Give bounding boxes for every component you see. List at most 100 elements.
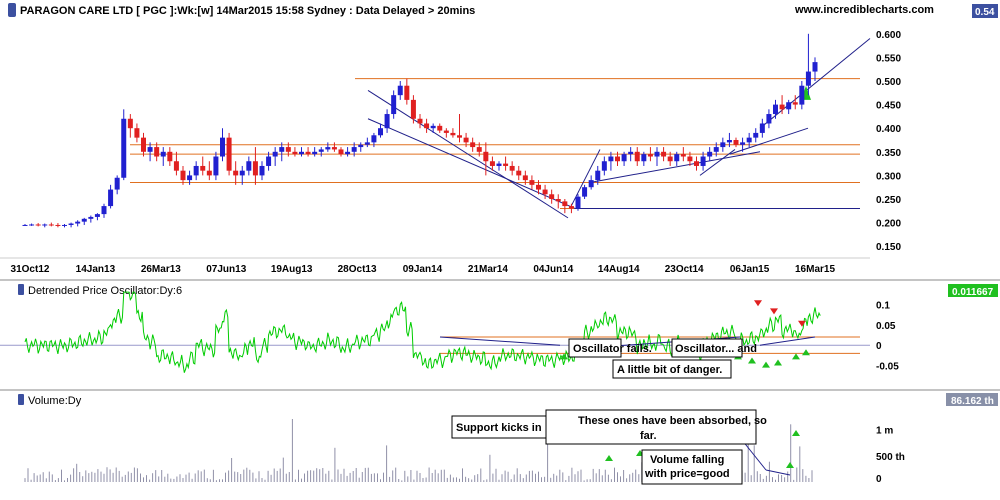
candle-body bbox=[634, 151, 640, 162]
price-y-axis: 0.600 0.550 0.500 0.450 0.400 0.350 0.300 0.250… bbox=[876, 30, 901, 253]
candle-body bbox=[773, 104, 778, 115]
chart-title: PARAGON CARE LTD [ PGC ]:Wk:[w] 14Mar201… bbox=[20, 5, 475, 17]
candle-body bbox=[233, 170, 239, 176]
title-marker-icon bbox=[8, 3, 16, 17]
osc-y-tick: 0.05 bbox=[876, 321, 896, 332]
candle-body bbox=[568, 206, 574, 209]
candle-body bbox=[338, 149, 344, 155]
candle-body bbox=[167, 151, 173, 162]
price-x-tick: 14Aug14 bbox=[598, 264, 640, 275]
candle-body bbox=[766, 114, 772, 124]
candle-body bbox=[239, 170, 245, 176]
candle-body bbox=[720, 142, 726, 148]
candle-body bbox=[430, 125, 436, 129]
price-y-tick: 0.250 bbox=[876, 195, 901, 206]
candle-body bbox=[266, 156, 272, 166]
oscillator-panel: Detrended Price Oscillator:Dy:6 0.011667… bbox=[0, 284, 998, 379]
vol-y-tick: 1 m bbox=[876, 426, 893, 437]
vol-note-3-line1: Volume falling bbox=[650, 454, 724, 466]
candle-body bbox=[700, 156, 706, 166]
candle-body bbox=[457, 135, 462, 138]
up-arrow-icon bbox=[762, 361, 770, 368]
candle-body bbox=[75, 221, 81, 224]
candle-body bbox=[331, 147, 337, 150]
price-y-tick: 0.400 bbox=[876, 124, 901, 135]
osc-value: 0.011667 bbox=[952, 287, 994, 298]
candle-body bbox=[608, 156, 614, 162]
price-y-tick: 0.550 bbox=[876, 53, 901, 64]
brand-text: www.incrediblecharts.com bbox=[794, 4, 934, 16]
price-y-tick: 0.600 bbox=[876, 30, 901, 41]
candle-body bbox=[812, 62, 818, 72]
candle-body bbox=[529, 180, 535, 185]
candle-body bbox=[726, 140, 732, 143]
up-arrow-icon bbox=[748, 357, 756, 364]
price-x-tick: 19Aug13 bbox=[271, 264, 313, 275]
candle-body bbox=[694, 161, 699, 166]
candle-body bbox=[654, 151, 660, 157]
candle-body bbox=[246, 161, 252, 171]
candle-body bbox=[522, 175, 528, 181]
down-arrow-icon bbox=[798, 320, 806, 327]
candle-body bbox=[641, 154, 647, 162]
candle-body bbox=[279, 147, 285, 152]
vol-note-2-line2: far. bbox=[640, 430, 657, 442]
up-arrow-icon bbox=[802, 349, 810, 356]
candle-body bbox=[48, 224, 54, 226]
candle-body bbox=[536, 184, 541, 190]
candle-body bbox=[292, 151, 298, 155]
vol-note-2-line1: These ones have been absorbed, so bbox=[578, 415, 767, 427]
candle-body bbox=[555, 199, 561, 202]
trend-line bbox=[367, 118, 576, 209]
candle-body bbox=[661, 151, 667, 157]
trend-line bbox=[729, 127, 809, 155]
vol-marker-icon bbox=[18, 394, 24, 405]
candle-body bbox=[516, 170, 522, 176]
candle-body bbox=[29, 224, 35, 226]
trend-lines bbox=[367, 38, 871, 219]
price-panel: 0.600 0.550 0.500 0.450 0.400 0.350 0.300 0.250… bbox=[0, 30, 901, 275]
last-price-value: 0.54 bbox=[975, 7, 995, 18]
candle-body bbox=[226, 137, 232, 171]
candle-body bbox=[628, 151, 634, 155]
osc-trend-line bbox=[759, 336, 816, 346]
candle-body bbox=[108, 189, 114, 207]
candle-body bbox=[81, 218, 87, 222]
candle-body bbox=[378, 128, 383, 136]
candle-body bbox=[312, 151, 318, 155]
candle-body bbox=[101, 206, 107, 215]
candle-body bbox=[272, 151, 278, 157]
up-arrow-icon bbox=[774, 359, 782, 366]
candle-body bbox=[470, 142, 476, 148]
up-arrow-icon bbox=[605, 455, 613, 461]
down-arrow-icon bbox=[754, 300, 762, 307]
candle-body bbox=[371, 135, 377, 143]
vol-note-1: Support kicks in bbox=[456, 422, 542, 434]
candle-body bbox=[318, 149, 324, 152]
candle-body bbox=[62, 224, 67, 226]
candle-body bbox=[786, 102, 792, 110]
price-x-tick: 21Mar14 bbox=[468, 264, 508, 275]
price-x-tick: 06Jan15 bbox=[730, 264, 770, 275]
trend-line bbox=[759, 38, 871, 129]
candle-body bbox=[391, 95, 397, 115]
candle-body bbox=[397, 85, 403, 96]
candle-body bbox=[417, 118, 423, 124]
candle-body bbox=[173, 161, 179, 171]
candle-body bbox=[687, 156, 693, 162]
candle-body bbox=[121, 118, 127, 178]
candle-body bbox=[562, 201, 568, 207]
candle-body bbox=[582, 187, 588, 197]
candle-body bbox=[792, 102, 798, 105]
candle-body bbox=[595, 170, 601, 181]
candle-body bbox=[549, 194, 555, 199]
candle-body bbox=[424, 123, 430, 129]
candle-body bbox=[94, 214, 100, 217]
candle-body bbox=[799, 85, 805, 105]
candle-body bbox=[200, 165, 206, 171]
candle-body bbox=[252, 161, 258, 176]
candle-body bbox=[542, 189, 548, 195]
price-x-tick: 28Oct13 bbox=[338, 264, 377, 275]
support-lines bbox=[130, 78, 860, 209]
price-x-axis: 31Oct12 14Jan13 26Mar13 07Jun13 19Aug13 28Oct… bbox=[11, 264, 836, 275]
